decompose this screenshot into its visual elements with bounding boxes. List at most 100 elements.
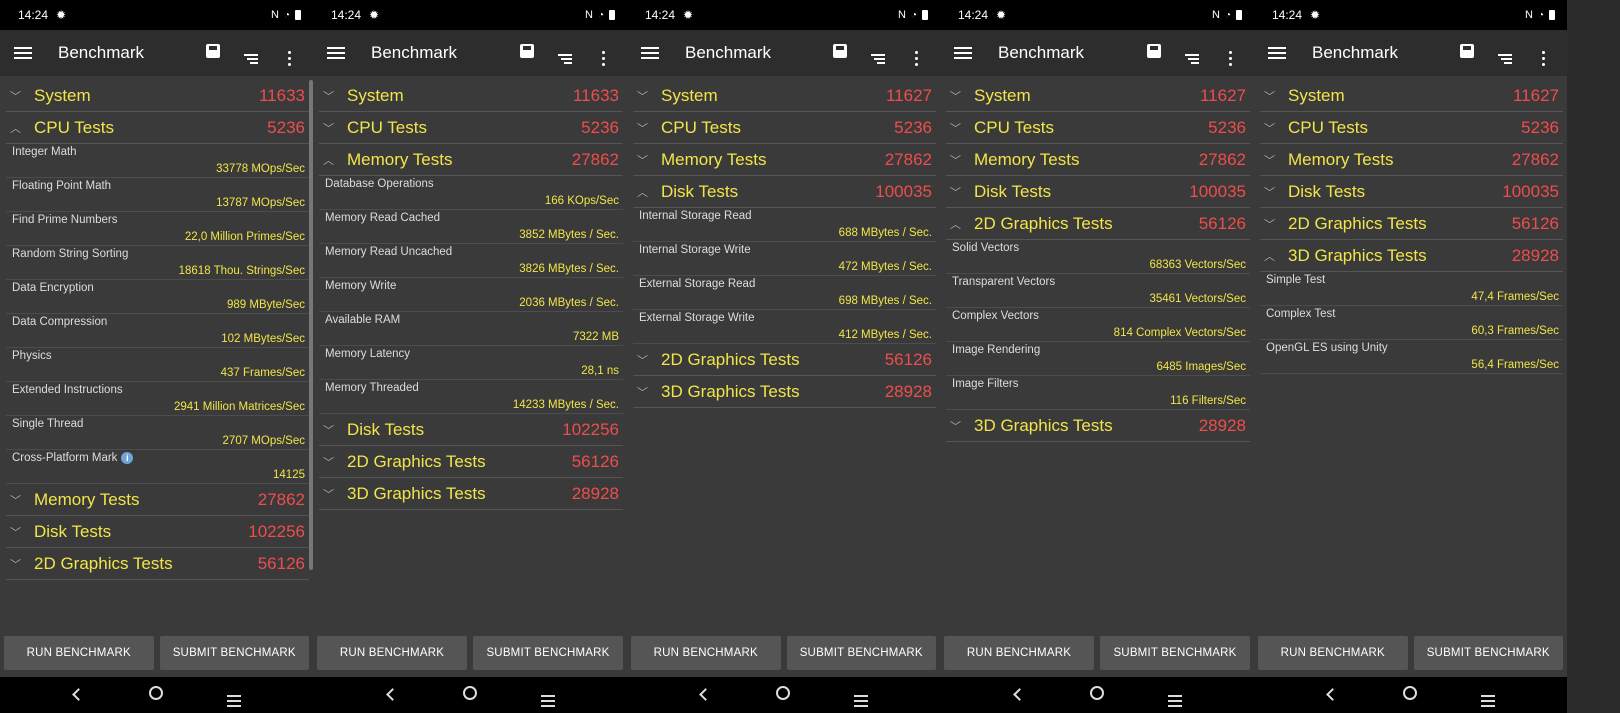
- more-options-icon[interactable]: [1529, 41, 1557, 66]
- info-icon[interactable]: i: [121, 452, 134, 464]
- nfc-icon: N: [271, 9, 279, 21]
- section-header[interactable]: ︿ 3D Graphics Tests 28928: [1260, 240, 1563, 272]
- section-header[interactable]: ﹀ System 11633: [319, 80, 623, 112]
- section-header[interactable]: ﹀ 2D Graphics Tests 56126: [6, 548, 309, 580]
- section-header[interactable]: ﹀ System 11627: [633, 80, 936, 112]
- submit-benchmark-button[interactable]: SUBMIT BENCHMARK: [786, 636, 936, 670]
- result-name: Data Encryption: [12, 282, 94, 294]
- dots-glyph: [1541, 50, 1545, 66]
- run-benchmark-button[interactable]: RUN BENCHMARK: [944, 636, 1094, 670]
- section-header[interactable]: ﹀ System 11627: [946, 80, 1250, 112]
- back-icon[interactable]: [1004, 686, 1034, 704]
- save-glyph: [1147, 43, 1161, 58]
- save-icon[interactable]: [199, 43, 227, 63]
- section-header[interactable]: ﹀ Memory Tests 27862: [1260, 144, 1563, 176]
- section-header[interactable]: ﹀ CPU Tests 5236: [319, 112, 623, 144]
- section-label: 3D Graphics Tests: [347, 483, 486, 503]
- section-header[interactable]: ﹀ Memory Tests 27862: [946, 144, 1250, 176]
- result-name: OpenGL ES using Unity: [1266, 342, 1388, 354]
- run-benchmark-button[interactable]: RUN BENCHMARK: [631, 636, 781, 670]
- section-header[interactable]: ﹀ Memory Tests 27862: [633, 144, 936, 176]
- result-name: Internal Storage Read: [639, 210, 752, 222]
- back-icon[interactable]: [691, 686, 721, 704]
- sort-icon[interactable]: [1178, 43, 1206, 64]
- section-header[interactable]: ﹀ System 11633: [6, 80, 309, 112]
- recent-apps-icon[interactable]: [219, 684, 249, 707]
- section-header[interactable]: ︿ CPU Tests 5236: [6, 112, 309, 144]
- home-icon[interactable]: [768, 685, 798, 705]
- section-header[interactable]: ﹀ Memory Tests 27862: [6, 484, 309, 516]
- home-glyph: [1403, 685, 1418, 700]
- submit-benchmark-button[interactable]: SUBMIT BENCHMARK: [473, 636, 623, 670]
- section-header[interactable]: ﹀ Disk Tests 102256: [319, 414, 623, 446]
- result-row: Image Filters 116 Filters/Sec: [946, 376, 1250, 410]
- save-icon[interactable]: [1140, 43, 1168, 63]
- recent-apps-icon[interactable]: [1473, 684, 1503, 707]
- recent-apps-icon[interactable]: [846, 684, 876, 707]
- hamburger-menu-icon[interactable]: [327, 47, 345, 59]
- section-header[interactable]: ﹀ Disk Tests 100035: [946, 176, 1250, 208]
- sort-icon[interactable]: [551, 43, 579, 64]
- status-bar: 14:24 ✹ N ◔: [0, 0, 313, 30]
- home-icon[interactable]: [141, 685, 171, 705]
- section-header[interactable]: ﹀ 3D Graphics Tests 28928: [319, 478, 623, 510]
- section-header[interactable]: ﹀ Disk Tests 100035: [1260, 176, 1563, 208]
- sort-icon[interactable]: [1491, 43, 1519, 64]
- chevron-down-icon: ﹀: [1264, 218, 1275, 231]
- section-header[interactable]: ﹀ 3D Graphics Tests 28928: [633, 376, 936, 408]
- home-icon[interactable]: [455, 685, 485, 705]
- section-header[interactable]: ﹀ System 11627: [1260, 80, 1563, 112]
- result-row: Find Prime Numbers 22,0 Million Primes/Se…: [6, 212, 309, 246]
- back-icon[interactable]: [377, 686, 407, 704]
- save-icon[interactable]: [826, 43, 854, 63]
- section-header[interactable]: ﹀ CPU Tests 5236: [946, 112, 1250, 144]
- section-header[interactable]: ﹀ 3D Graphics Tests 28928: [946, 410, 1250, 442]
- section-header[interactable]: ︿ Memory Tests 27862: [319, 144, 623, 176]
- submit-benchmark-button[interactable]: SUBMIT BENCHMARK: [1100, 636, 1250, 670]
- more-options-icon[interactable]: [1216, 41, 1244, 66]
- home-icon[interactable]: [1395, 685, 1425, 705]
- back-icon[interactable]: [64, 686, 94, 704]
- section-header[interactable]: ︿ 2D Graphics Tests 56126: [946, 208, 1250, 240]
- save-glyph: [206, 43, 220, 58]
- section-score: 27862: [884, 149, 932, 169]
- result-name: Floating Point Math: [12, 180, 112, 192]
- back-icon[interactable]: [1318, 686, 1348, 704]
- section-header[interactable]: ﹀ CPU Tests 5236: [633, 112, 936, 144]
- submit-benchmark-button[interactable]: SUBMIT BENCHMARK: [159, 636, 309, 670]
- dots-glyph: [287, 50, 291, 66]
- result-value: 3826 MBytes / Sec.: [519, 263, 619, 275]
- sort-icon[interactable]: [864, 43, 892, 64]
- section-header[interactable]: ﹀ 2D Graphics Tests 56126: [1260, 208, 1563, 240]
- section-header[interactable]: ︿ Disk Tests 100035: [633, 176, 936, 208]
- hamburger-menu-icon[interactable]: [14, 47, 32, 59]
- section-header[interactable]: ﹀ 2D Graphics Tests 56126: [633, 344, 936, 376]
- run-benchmark-button[interactable]: RUN BENCHMARK: [1258, 636, 1408, 670]
- result-row: Solid Vectors 68363 Vectors/Sec: [946, 240, 1250, 274]
- hamburger-menu-icon[interactable]: [954, 47, 972, 59]
- more-options-icon[interactable]: [589, 41, 617, 66]
- result-value: 3852 MBytes / Sec.: [519, 229, 619, 241]
- submit-benchmark-button[interactable]: SUBMIT BENCHMARK: [1413, 636, 1563, 670]
- section-header[interactable]: ﹀ Disk Tests 102256: [6, 516, 309, 548]
- recent-apps-icon[interactable]: [533, 684, 563, 707]
- section-header[interactable]: ﹀ CPU Tests 5236: [1260, 112, 1563, 144]
- hamburger-menu-icon[interactable]: [641, 47, 659, 59]
- app-title: Benchmark: [1312, 43, 1398, 62]
- more-options-icon[interactable]: [275, 41, 303, 66]
- result-name: Memory Read Cached: [325, 212, 441, 224]
- run-benchmark-button[interactable]: RUN BENCHMARK: [317, 636, 467, 670]
- run-benchmark-button[interactable]: RUN BENCHMARK: [4, 636, 154, 670]
- recent-glyph: [1168, 694, 1182, 707]
- recent-apps-icon[interactable]: [1160, 684, 1190, 707]
- save-icon[interactable]: [1453, 43, 1481, 63]
- section-header[interactable]: ﹀ 2D Graphics Tests 56126: [319, 446, 623, 478]
- home-icon[interactable]: [1082, 685, 1112, 705]
- sort-icon[interactable]: [237, 43, 265, 64]
- section-score: 11627: [1199, 85, 1246, 105]
- chevron-down-icon: ﹀: [637, 122, 648, 135]
- settings-gear-icon: ✹: [369, 8, 380, 22]
- hamburger-menu-icon[interactable]: [1268, 47, 1286, 59]
- more-options-icon[interactable]: [902, 41, 930, 66]
- save-icon[interactable]: [513, 43, 541, 63]
